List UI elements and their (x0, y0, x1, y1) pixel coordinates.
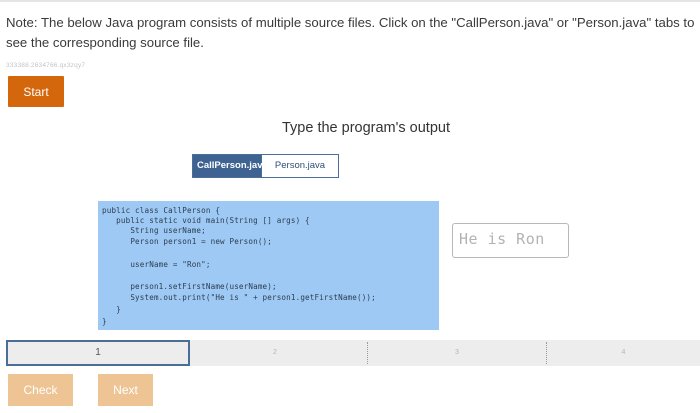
code-line: System.out.print("He is " + person1.getF… (102, 293, 376, 302)
progress-segment-4: 4 (621, 349, 626, 356)
activity-id: 333388.2634766.qx3zqy7 (6, 62, 86, 69)
progress-segment-1-current: 1 (6, 340, 190, 366)
code-line: person1.setFirstName(userName); (102, 282, 277, 291)
instructions-note: Note: The below Java program consists of… (6, 15, 695, 50)
source-file-tabs: CallPerson.java Person.java (192, 154, 339, 178)
code-line: public class CallPerson { (102, 206, 221, 215)
tab-person-java[interactable]: Person.java (262, 154, 339, 178)
check-button[interactable]: Check (8, 374, 73, 406)
tab-callperson-java[interactable]: CallPerson.java (192, 154, 268, 178)
next-button[interactable]: Next (98, 374, 153, 406)
code-line: } (102, 305, 121, 314)
code-line: } (102, 317, 107, 326)
prompt-heading: Type the program's output (281, 120, 450, 136)
code-line: String userName; (102, 226, 206, 235)
code-line: userName = "Ron"; (102, 260, 211, 269)
top-divider (0, 0, 700, 2)
progress-segment-3: 3 (455, 349, 459, 356)
code-panel: public class CallPerson { public static … (98, 201, 439, 330)
progress-segment-2: 2 (273, 349, 277, 356)
code-line: public static void main(String [] args) … (102, 216, 310, 225)
level-progress-bar: 2 3 4 1 (6, 340, 700, 366)
output-answer-field[interactable]: He is Ron (452, 223, 569, 258)
start-button[interactable]: Start (8, 76, 64, 107)
code-line: Person person1 = new Person(); (102, 237, 272, 246)
